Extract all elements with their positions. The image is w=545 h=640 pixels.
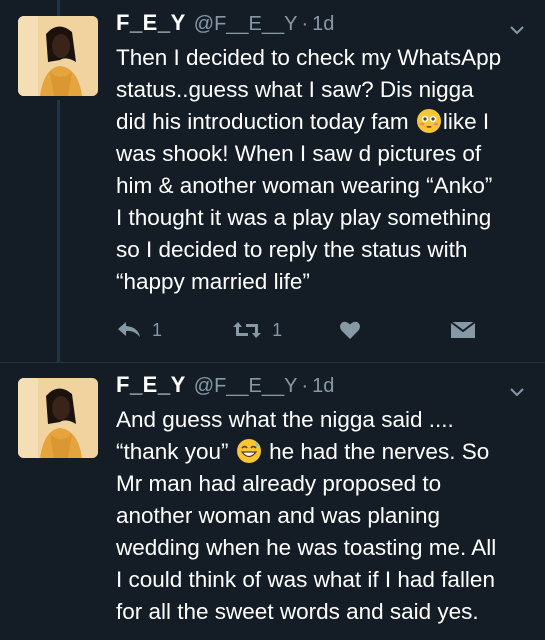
flushed-face-emoji — [416, 109, 441, 133]
tweet-line: “happy married life” — [116, 269, 310, 294]
tweet-line: I could think of was what if I had falle… — [116, 567, 495, 592]
tweet-line: Mr man had already proposed to — [116, 471, 442, 496]
avatar[interactable] — [18, 16, 98, 96]
tweet-2[interactable]: F_E_Y @F__E__Y · 1d And guess what the n… — [0, 362, 545, 640]
envelope-icon — [450, 321, 476, 338]
reply-button[interactable]: 1 — [116, 320, 232, 341]
display-name[interactable]: F_E_Y — [116, 372, 186, 398]
tweet-line-start: did his introduction today fam — [116, 109, 415, 134]
tweet-line: status..guess what I saw? Dis nigga — [116, 77, 474, 102]
retweet-button[interactable]: 1 — [232, 320, 339, 341]
display-name[interactable]: F_E_Y — [116, 10, 186, 36]
reply-count: 1 — [152, 319, 163, 340]
direct-message-button[interactable] — [450, 320, 476, 340]
tweet-line: was shook! When I saw d pictures of — [116, 141, 482, 166]
tweet-line: another woman and was planing — [116, 503, 440, 528]
separator-dot: · — [301, 375, 309, 397]
heart-icon — [339, 321, 360, 339]
grinning-sweat-emoji — [236, 439, 261, 463]
tweet-text: Then I decided to check my WhatsApp stat… — [116, 42, 536, 298]
tweet-line: And guess what the nigga said .... — [116, 407, 454, 432]
timestamp[interactable]: 1d — [312, 375, 334, 398]
avatar-photo — [18, 378, 98, 458]
reply-icon — [118, 322, 140, 337]
tweet-text: And guess what the nigga said .... “than… — [116, 404, 536, 628]
separator-dot: · — [301, 13, 309, 35]
tweet-line: so I decided to reply the status with — [116, 237, 468, 262]
tweet-line: wedding when he was toasting me. All — [116, 535, 497, 560]
tweet-line: Then I decided to check my WhatsApp — [116, 45, 502, 70]
retweet-count: 1 — [272, 319, 283, 340]
retweet-icon — [233, 322, 262, 338]
user-handle[interactable]: @F__E__Y — [194, 13, 298, 36]
tweet-header: F_E_Y @F__E__Y · 1d — [116, 10, 334, 40]
tweet-header: F_E_Y @F__E__Y · 1d — [116, 372, 334, 402]
tweet-line: did his introduction today fam like I — [116, 106, 536, 138]
tweet-1[interactable]: F_E_Y @F__E__Y · 1d Then I decided to ch… — [0, 0, 545, 363]
tweet-line-end: he had the nerves. So — [262, 439, 490, 464]
tweet-line-start: “thank you” — [116, 439, 235, 464]
chevron-down-icon[interactable] — [509, 22, 525, 38]
tweet-line: him & another woman wearing “Anko” — [116, 173, 493, 198]
timestamp[interactable]: 1d — [312, 13, 334, 36]
tweet-line-end: like I — [442, 109, 490, 134]
avatar-photo — [18, 16, 98, 96]
avatar[interactable] — [18, 378, 98, 458]
user-handle[interactable]: @F__E__Y — [194, 375, 298, 398]
tweet-line: I thought it was a play play something — [116, 205, 492, 230]
tweet-line: for all the sweet words and said yes. — [116, 599, 479, 624]
chevron-down-icon[interactable] — [509, 384, 525, 400]
tweet-line: “thank you” he had the nerves. So — [116, 436, 536, 468]
like-button[interactable] — [339, 320, 450, 340]
tweet-actions: 1 1 — [116, 315, 476, 345]
